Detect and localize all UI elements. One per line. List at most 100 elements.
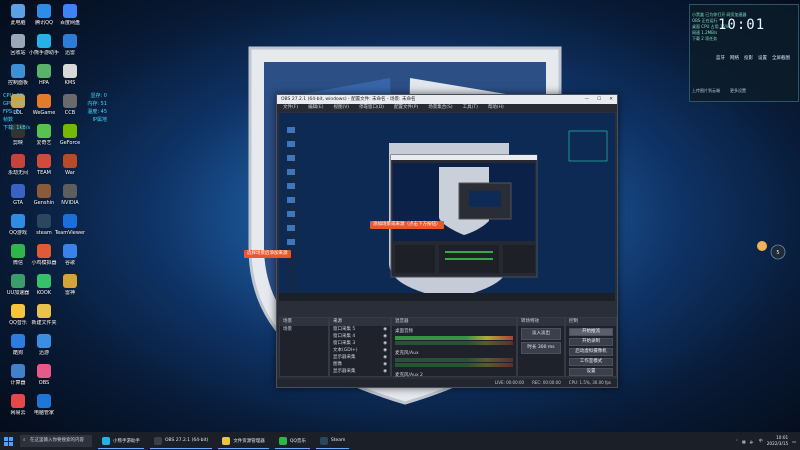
visibility-eye-icon[interactable]: ◉	[383, 347, 387, 354]
more-settings-link[interactable]: 更多设置	[730, 88, 746, 94]
source-list-item[interactable]: 显示器采集 ◉	[330, 354, 390, 361]
menu-help[interactable]: 帮助(H)	[488, 104, 504, 112]
quick-action-bluetooth[interactable]: 蓝牙	[716, 55, 725, 61]
taskbar-search-box[interactable]: ⌕ 在这里输入你要搜索的内容	[20, 435, 92, 447]
menu-scene-collection[interactable]: 场景集合(S)	[428, 104, 452, 112]
volume-slider[interactable]	[395, 363, 513, 367]
taskbar-app-button[interactable]: 文件资源管理器	[218, 434, 269, 449]
stats-note: 下载: 1kB/s	[3, 125, 31, 131]
visibility-eye-icon[interactable]: ◉	[383, 340, 387, 347]
visibility-eye-icon[interactable]: ◉	[383, 354, 387, 361]
desktop-icon[interactable]: TeamViewer	[54, 212, 86, 246]
visibility-eye-icon[interactable]: ◉	[383, 368, 387, 375]
obs-status-bar: LIVE: 00:00:00 REC: 00:00:00 CPU: 1.5%, …	[277, 379, 617, 387]
desktop-icon[interactable]: 百度网盘	[54, 2, 86, 36]
desktop-icon-label: GTA	[13, 200, 23, 206]
transition-type-select[interactable]: 淡入淡出	[521, 328, 561, 340]
app-icon	[63, 214, 77, 228]
source-list-item[interactable]: 图像 ◉	[330, 361, 390, 368]
source-list-item[interactable]: 显示器采集 ◉	[330, 368, 390, 375]
start-recording-button[interactable]: 开始录制	[569, 338, 613, 346]
source-list-item[interactable]: 窗口采集 5 ◉	[330, 326, 390, 333]
desktop-icon-label: 雷神	[64, 290, 75, 296]
source-list-item[interactable]: 窗口采集 4 ◉	[330, 333, 390, 340]
app-icon	[37, 214, 51, 228]
desktop-icon-label: 腾讯QQ	[35, 20, 53, 26]
menu-file[interactable]: 文件(F)	[283, 104, 298, 112]
desktop-icon-label: 谷歌	[64, 260, 75, 266]
notification-center-icon[interactable]: ▭	[792, 439, 796, 444]
taskbar-date: 2022/3/15	[766, 441, 789, 446]
tray-up-arrow-icon[interactable]: ˄	[736, 439, 738, 444]
visibility-eye-icon[interactable]: ◉	[383, 333, 387, 340]
obs-window-title: OBS 27.2.1 (64-bit, windows) - 配置文件: 未命名…	[281, 97, 416, 102]
visibility-eye-icon[interactable]: ◉	[383, 326, 387, 333]
desktop-icon[interactable]: KMS	[54, 62, 86, 96]
app-icon	[11, 184, 25, 198]
hardware-stats-overlay: CPU: 8% 显存: 0 GPU: 6% 内存: 51 FPS: 0 温度: 45 …	[3, 92, 113, 132]
source-list-item[interactable]: 文本(GDI+) ◉	[330, 347, 390, 354]
settings-button[interactable]: 设置	[569, 368, 613, 376]
obs-window[interactable]: OBS 27.2.1 (64-bit, windows) - 配置文件: 未命名…	[276, 94, 618, 388]
desktop-icon-label: 爱奇艺	[36, 140, 52, 146]
taskbar-app-button[interactable]: QQ音乐	[274, 434, 310, 449]
desktop-icon[interactable]: NVIDIA	[54, 182, 86, 216]
taskbar: ⌕ 在这里输入你要搜索的内容 小熊手游助手 OBS 27.2.1 (64-bit)…	[0, 432, 800, 450]
maximize-icon[interactable]: ☐	[597, 95, 601, 104]
desktop-icon[interactable]: 雷神	[54, 272, 86, 306]
rec-timer: REC: 00:00:00	[532, 380, 561, 385]
volume-icon[interactable]: 🔈	[750, 439, 755, 444]
desktop-icon-label: TeamViewer	[54, 230, 86, 236]
menu-profile[interactable]: 配置文件(P)	[394, 104, 418, 112]
minimize-icon[interactable]: —	[585, 95, 590, 104]
desktop-icon-label: 小鸡模拟器	[31, 260, 57, 266]
search-icon: ⌕	[23, 438, 26, 443]
taskbar-app-button[interactable]: Steam	[315, 434, 350, 449]
taskbar-clock[interactable]: 10:01 2022/3/15	[767, 435, 788, 447]
virtual-camera-button[interactable]: 启动虚拟摄像机	[569, 348, 613, 356]
desktop-icon[interactable]: 迅雷	[54, 32, 86, 66]
start-streaming-button[interactable]: 开始推流	[569, 328, 613, 336]
desktop-icon-label: 微信	[12, 260, 23, 266]
mixer-track-name: 桌面音频	[395, 329, 413, 334]
menu-docks[interactable]: 停靠窗口(D)	[359, 104, 384, 112]
stats-row: 帧数 IP属地	[3, 117, 107, 123]
desktop-icon-label: steam	[36, 230, 52, 236]
upload-cloud-link[interactable]: 上传图片到云端	[692, 88, 720, 94]
desktop-icon[interactable]: 电脑管家	[28, 392, 60, 426]
tooltip: 添加场景或来源（点击下方按钮）	[370, 221, 444, 229]
desktop-icon-label: 网易云	[10, 410, 26, 416]
desktop-icon[interactable]: 迅游	[28, 332, 60, 366]
start-button[interactable]	[0, 432, 16, 450]
volume-slider[interactable]	[395, 341, 513, 345]
windows-logo-icon	[3, 436, 13, 446]
obs-title-bar[interactable]: OBS 27.2.1 (64-bit, windows) - 配置文件: 未命名…	[277, 95, 617, 104]
transitions-dock: 转场特效 淡入淡出 时长 300 ms	[517, 317, 565, 377]
source-list-item[interactable]: 窗口采集 3 ◉	[330, 340, 390, 347]
network-icon[interactable]: ▦	[742, 439, 746, 444]
menu-tools[interactable]: 工具(T)	[463, 104, 478, 112]
app-icon	[37, 4, 51, 18]
ime-indicator[interactable]: 中	[759, 438, 763, 444]
quick-action-network[interactable]: 网络	[730, 55, 739, 61]
quick-action-screenshot[interactable]: 全屏截图	[772, 55, 790, 61]
scene-list-item[interactable]: 场景	[280, 326, 328, 333]
taskbar-app-button[interactable]: OBS 27.2.1 (64-bit)	[150, 434, 213, 449]
quick-action-project[interactable]: 投影	[744, 55, 753, 61]
floating-speed-widget[interactable]: 5	[752, 238, 792, 262]
visibility-eye-icon[interactable]: ◉	[383, 361, 387, 368]
desktop-icon[interactable]: War	[54, 152, 86, 186]
transition-duration-field[interactable]: 时长 300 ms	[521, 342, 561, 354]
close-icon[interactable]: ✕	[609, 95, 613, 104]
app-icon	[63, 154, 77, 168]
taskbar-app-button[interactable]: 小熊手游助手	[98, 434, 144, 449]
obs-preview[interactable]	[279, 113, 615, 301]
menu-edit[interactable]: 编辑(E)	[308, 104, 323, 112]
desktop-icon[interactable]: 谷歌	[54, 242, 86, 276]
desktop-icon[interactable]: 新建文件夹	[28, 302, 60, 336]
desktop-icon-label: 电脑管家	[33, 410, 54, 416]
quick-action-settings[interactable]: 设置	[758, 55, 767, 61]
menu-view[interactable]: 视图(V)	[333, 104, 349, 112]
desktop-icon[interactable]: OBS	[28, 362, 60, 396]
studio-mode-button[interactable]: 工作室模式	[569, 358, 613, 366]
